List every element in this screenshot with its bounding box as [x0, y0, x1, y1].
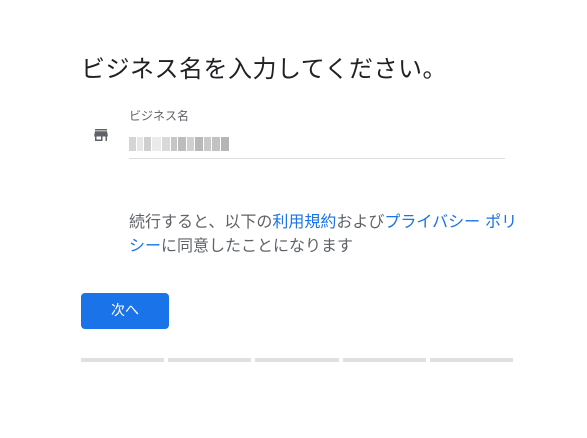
progress-segment [255, 358, 339, 362]
progress-bar [81, 358, 514, 362]
page-title: ビジネス名を入力してください。 [81, 55, 448, 84]
next-button[interactable]: 次へ [81, 293, 169, 329]
progress-segment [429, 358, 514, 362]
progress-segment [81, 358, 165, 362]
business-name-input[interactable] [129, 134, 505, 154]
progress-segment [168, 358, 252, 362]
progress-segment [342, 358, 426, 362]
terms-middle: および [336, 212, 385, 231]
terms-notice: 続行すると、以下の利用規約およびプライバシー ポリシーに同意したことになります [129, 210, 519, 258]
business-name-label: ビジネス名 [129, 109, 190, 123]
business-name-field: ビジネス名 [129, 106, 505, 159]
terms-of-service-link[interactable]: 利用規約 [272, 212, 336, 231]
terms-suffix: に同意したことになります [161, 236, 354, 255]
store-icon [92, 126, 110, 144]
terms-prefix: 続行すると、以下の [129, 212, 273, 231]
